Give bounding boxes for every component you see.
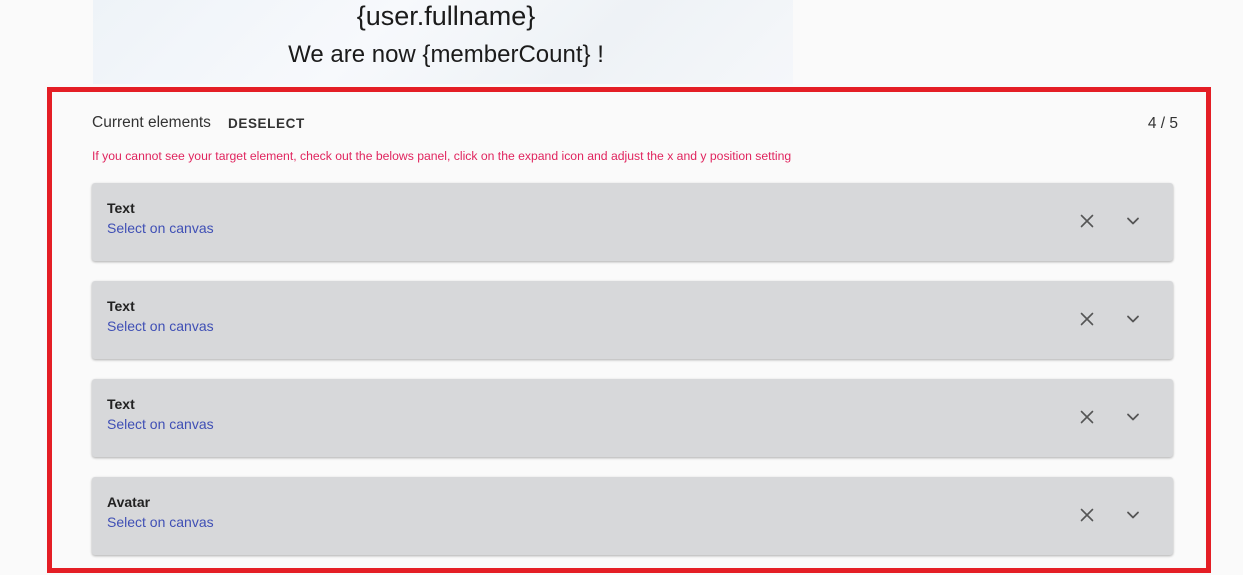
deselect-button[interactable]: DESELECT: [228, 116, 305, 131]
element-count: 4 / 5: [1147, 115, 1178, 132]
current-elements-panel: Current elements DESELECT 4 / 5 If you c…: [47, 87, 1211, 573]
panel-title: Current elements: [92, 114, 211, 131]
close-icon[interactable]: [1077, 505, 1097, 525]
canvas-preview: {user.fullname} We are now {memberCount}…: [93, 0, 793, 84]
panel-header: Current elements DESELECT 4 / 5: [92, 112, 1178, 136]
chevron-down-icon[interactable]: [1123, 407, 1143, 427]
element-title: Text: [107, 396, 135, 412]
chevron-down-icon[interactable]: [1123, 211, 1143, 231]
list-item: Text Select on canvas: [92, 281, 1173, 359]
preview-member-count-text: We are now {memberCount} !: [288, 41, 604, 68]
close-icon[interactable]: [1077, 309, 1097, 329]
hint-text: If you cannot see your target element, c…: [92, 149, 792, 163]
list-item: Text Select on canvas: [92, 379, 1173, 457]
select-on-canvas-link[interactable]: Select on canvas: [107, 220, 214, 236]
select-on-canvas-link[interactable]: Select on canvas: [107, 416, 214, 432]
select-on-canvas-link[interactable]: Select on canvas: [107, 514, 214, 530]
element-title: Text: [107, 298, 135, 314]
element-list: Text Select on canvas Text Select on can…: [92, 183, 1173, 575]
close-icon[interactable]: [1077, 211, 1097, 231]
element-title: Avatar: [107, 494, 151, 510]
list-item: Avatar Select on canvas: [92, 477, 1173, 555]
element-title: Text: [107, 200, 135, 216]
select-on-canvas-link[interactable]: Select on canvas: [107, 318, 214, 334]
preview-fullname-text: {user.fullname}: [356, 1, 536, 31]
list-item: Text Select on canvas: [92, 183, 1173, 261]
close-icon[interactable]: [1077, 407, 1097, 427]
chevron-down-icon[interactable]: [1123, 505, 1143, 525]
chevron-down-icon[interactable]: [1123, 309, 1143, 329]
